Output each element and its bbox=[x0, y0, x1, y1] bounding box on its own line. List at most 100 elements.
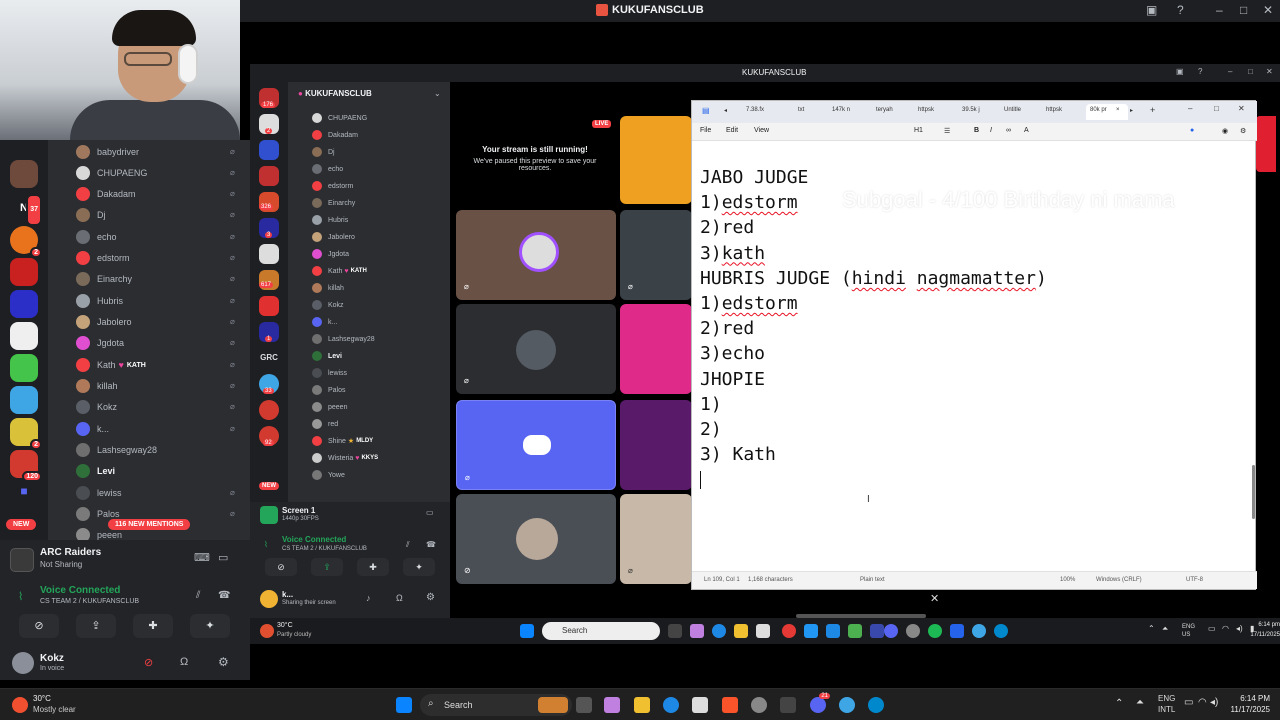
list-item[interactable]: Einarchy bbox=[76, 270, 132, 288]
list-item[interactable]: Kath ♥ KATH bbox=[76, 356, 146, 374]
list-item[interactable]: k... bbox=[312, 315, 337, 329]
italic-icon[interactable]: I bbox=[990, 127, 992, 134]
maximize-button[interactable]: □ bbox=[1214, 104, 1219, 113]
disconnect-icon[interactable]: ☎ bbox=[218, 590, 230, 601]
participant-tile[interactable] bbox=[620, 304, 692, 394]
gear-icon[interactable]: ⚙ bbox=[426, 592, 435, 603]
gear-icon[interactable]: ⚙ bbox=[218, 655, 229, 669]
list-item[interactable]: Hubris bbox=[312, 213, 348, 227]
list-item[interactable]: Palos bbox=[312, 383, 346, 397]
menu-edit[interactable]: Edit bbox=[726, 127, 738, 134]
maximize-button[interactable]: □ bbox=[1248, 67, 1253, 76]
list-item[interactable]: CHUPAENG bbox=[76, 164, 147, 182]
taskview-icon[interactable] bbox=[576, 697, 592, 713]
server-icon[interactable] bbox=[259, 244, 279, 264]
tab[interactable]: Untitle bbox=[1004, 107, 1021, 113]
explorer-icon[interactable] bbox=[734, 624, 748, 638]
participant-tile[interactable]: ⌀ bbox=[456, 304, 616, 394]
list-item[interactable]: Levi bbox=[76, 462, 115, 480]
account-icon[interactable]: ◉ bbox=[1222, 127, 1228, 135]
chrome-icon[interactable] bbox=[782, 624, 796, 638]
tab[interactable]: teryah bbox=[876, 107, 893, 113]
chevron-down-icon[interactable]: ⌄ bbox=[434, 89, 441, 98]
tab[interactable]: httpsk bbox=[1046, 107, 1062, 113]
list-item[interactable]: Jgdota bbox=[312, 247, 349, 261]
list-item[interactable]: Dakadam bbox=[312, 128, 358, 142]
close-button[interactable]: ✕ bbox=[1263, 3, 1273, 17]
list-item[interactable]: Hubris bbox=[76, 292, 123, 310]
store-icon[interactable] bbox=[756, 624, 770, 638]
list-item[interactable]: lewiss bbox=[76, 484, 122, 502]
tab[interactable]: httpsk bbox=[918, 107, 934, 113]
list-item[interactable]: babydriver bbox=[76, 143, 139, 161]
participant-tile[interactable]: ⌀ bbox=[620, 494, 692, 584]
server-icon[interactable]: 1 bbox=[259, 322, 279, 342]
screen-share-button[interactable]: ⇪ bbox=[76, 614, 116, 638]
server-icon[interactable] bbox=[10, 354, 38, 382]
clock-time[interactable]: 6:14 pm bbox=[1250, 622, 1280, 628]
chevron-right-icon[interactable]: ▸ bbox=[1130, 107, 1133, 114]
store-icon[interactable] bbox=[692, 697, 708, 713]
tray-wifi-icon[interactable]: ◠ bbox=[1198, 697, 1207, 708]
inbox-icon[interactable]: ▣ bbox=[1176, 67, 1184, 76]
list-icon[interactable]: ☰ bbox=[944, 127, 950, 135]
activities-button[interactable]: ✚ bbox=[133, 614, 173, 638]
scrollbar[interactable] bbox=[1252, 465, 1255, 519]
server-icon[interactable]: 2 bbox=[10, 226, 42, 258]
bold-icon[interactable]: B bbox=[974, 127, 979, 134]
copilot-icon[interactable] bbox=[604, 697, 620, 713]
participant-tile[interactable] bbox=[620, 400, 692, 490]
chevron-left-icon[interactable]: ◂ bbox=[724, 107, 727, 114]
list-item[interactable]: Dj bbox=[312, 145, 335, 159]
notepad-icon[interactable] bbox=[950, 624, 964, 638]
participant-tile[interactable] bbox=[620, 116, 692, 204]
list-item[interactable]: echo bbox=[312, 162, 343, 176]
list-item[interactable]: Einarchy bbox=[312, 196, 355, 210]
inbox-icon[interactable]: ▣ bbox=[1146, 3, 1157, 17]
app-icon[interactable] bbox=[839, 697, 855, 713]
list-item[interactable]: Dakadam bbox=[76, 185, 136, 203]
obs-icon[interactable] bbox=[751, 697, 767, 713]
server-icon[interactable]: 617 bbox=[259, 270, 279, 290]
close-icon[interactable]: ✕ bbox=[930, 592, 939, 605]
list-item[interactable]: Kokz bbox=[312, 298, 344, 312]
tray-monitor-icon[interactable]: ▭ bbox=[1208, 624, 1216, 633]
server-icon-n[interactable]: N 37 bbox=[10, 194, 42, 226]
tray-chevron-icon[interactable]: ⌃ bbox=[1115, 698, 1123, 709]
server-icon[interactable]: 3 bbox=[259, 218, 279, 238]
app-icon[interactable] bbox=[804, 624, 818, 638]
new-mentions-pill[interactable]: 116 NEW MENTIONS bbox=[108, 519, 191, 530]
spotify-icon[interactable] bbox=[928, 624, 942, 638]
discord-icon[interactable]: 21 bbox=[810, 693, 830, 713]
camera-off-button[interactable]: ⊘ bbox=[265, 558, 297, 576]
list-item[interactable]: Lashsegway28 bbox=[312, 332, 375, 346]
tab[interactable]: 7.38.fx bbox=[746, 107, 764, 113]
participant-tile[interactable]: ⊘ bbox=[456, 494, 616, 584]
soundboard-button[interactable]: ✦ bbox=[403, 558, 435, 576]
explorer-icon[interactable] bbox=[634, 697, 650, 713]
server-icon[interactable]: 120 bbox=[10, 450, 42, 482]
server-icon[interactable] bbox=[10, 160, 38, 188]
server-icon-grc[interactable]: GRC bbox=[259, 348, 279, 368]
server-icon[interactable] bbox=[259, 400, 279, 420]
app-icon[interactable] bbox=[870, 624, 884, 638]
server-icon[interactable] bbox=[10, 386, 38, 414]
avatar[interactable] bbox=[12, 652, 34, 674]
list-item[interactable]: red bbox=[312, 417, 338, 431]
close-button[interactable]: ✕ bbox=[1238, 104, 1245, 113]
tray-chevron-icon[interactable]: ⌃ bbox=[1148, 624, 1155, 633]
maximize-button[interactable]: □ bbox=[1240, 3, 1247, 17]
list-item[interactable]: Jabolero bbox=[312, 230, 355, 244]
avatar[interactable] bbox=[260, 590, 278, 608]
controller-icon[interactable]: ⌨ bbox=[194, 551, 210, 564]
copilot-icon[interactable]: ● bbox=[1190, 127, 1194, 134]
list-item[interactable]: Dj bbox=[76, 206, 106, 224]
minimize-button[interactable]: – bbox=[1216, 3, 1223, 17]
participant-tile[interactable]: ⌀ bbox=[456, 210, 616, 300]
screen-share-button[interactable]: ⇪ bbox=[311, 558, 343, 576]
list-item[interactable]: CHUPAENG bbox=[312, 111, 367, 125]
list-item[interactable]: Levi bbox=[312, 349, 342, 363]
clock-time[interactable]: 6:14 PM bbox=[1226, 694, 1270, 703]
headphones-icon[interactable]: Ω bbox=[396, 593, 403, 603]
copilot-icon[interactable] bbox=[690, 624, 704, 638]
